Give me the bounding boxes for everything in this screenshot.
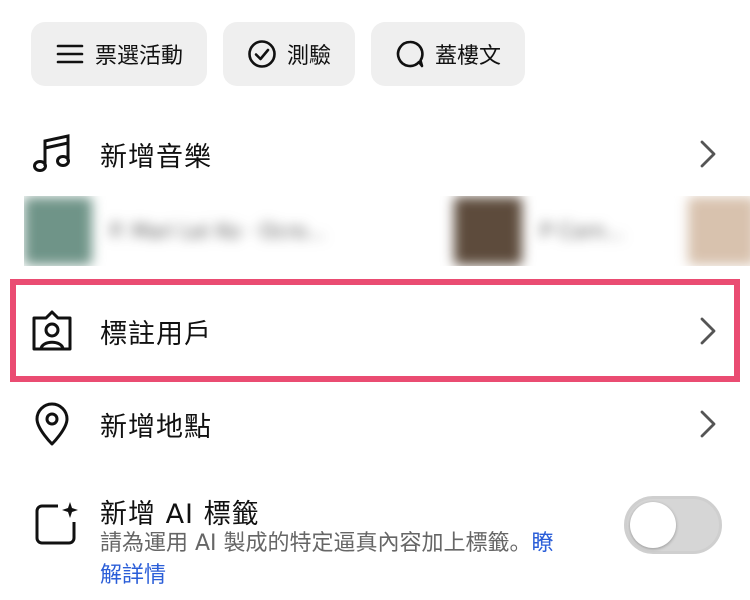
thread-chip-label: 蓋樓文 xyxy=(435,44,502,69)
quiz-chip[interactable]: 測驗 xyxy=(223,22,356,86)
highlight-box xyxy=(10,279,740,382)
track-title: P Corn... xyxy=(540,219,625,243)
add-location-label: 新增地點 xyxy=(100,411,212,443)
post-type-chips: 票選活動 測驗 蓋樓文 xyxy=(31,22,526,86)
ai-label-description-text: 請為運用 AI 製成的特定逼真內容加上標籤。 xyxy=(100,531,532,556)
track-title: P. Mari Lei Ko · Ocro... xyxy=(110,219,326,243)
chevron-right-icon xyxy=(694,410,722,438)
album-thumbnail xyxy=(688,197,750,265)
music-suggestion-item[interactable]: P Corn... xyxy=(454,196,624,266)
album-thumbnail xyxy=(454,197,522,265)
music-suggestion-item[interactable] xyxy=(688,196,750,266)
check-circle-icon xyxy=(247,39,277,69)
poll-chip-label: 票選活動 xyxy=(95,44,184,69)
thread-chip[interactable]: 蓋樓文 xyxy=(371,22,526,86)
chevron-right-icon xyxy=(694,140,722,168)
ai-label-row: 新增 AI 標籤 請為運用 AI 製成的特定逼真內容加上標籤。瞭解詳情 xyxy=(28,488,722,588)
ai-sparkle-icon xyxy=(32,500,80,548)
location-pin-icon xyxy=(28,400,76,448)
ai-label-toggle[interactable] xyxy=(624,496,722,554)
ai-label-title: 新增 AI 標籤 xyxy=(100,499,260,530)
add-location-row[interactable]: 新增地點 xyxy=(28,388,722,460)
music-note-icon xyxy=(28,130,76,178)
add-music-row[interactable]: 新增音樂 xyxy=(28,118,722,190)
music-suggestion-item[interactable]: P. Mari Lei Ko · Ocro... xyxy=(24,196,325,266)
add-music-label: 新增音樂 xyxy=(100,141,212,173)
speech-bubble-icon xyxy=(395,39,425,69)
list-icon xyxy=(55,39,85,69)
music-suggestions: P. Mari Lei Ko · Ocro... P Corn... xyxy=(24,196,750,266)
toggle-knob xyxy=(630,502,676,548)
album-thumbnail xyxy=(24,197,92,265)
poll-chip[interactable]: 票選活動 xyxy=(31,22,208,86)
quiz-chip-label: 測驗 xyxy=(287,44,332,69)
ai-label-description: 請為運用 AI 製成的特定逼真內容加上標籤。瞭解詳情 xyxy=(100,528,570,592)
